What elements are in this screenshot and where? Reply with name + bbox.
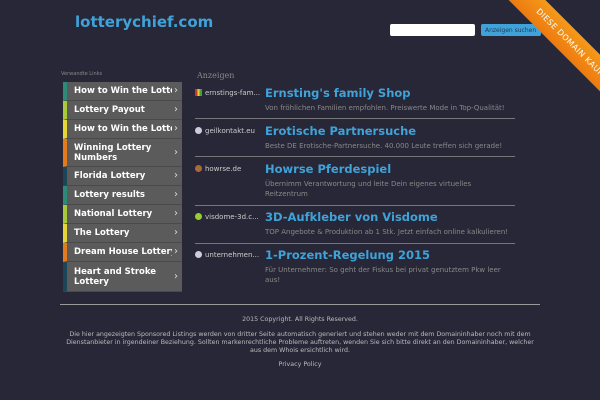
related-links-label: Verwandte Links [61, 71, 103, 77]
chevron-right-icon: › [174, 208, 178, 219]
sidebar-link-label: Lottery Payout [74, 105, 145, 115]
ad-listing[interactable]: unternehmen... 1-Prozent-Regelung 2015 F… [195, 248, 515, 296]
sidebar-link-label: How to Win the Lottery [74, 86, 172, 96]
globe-icon [195, 127, 202, 134]
ad-domain-text: unternehmen... [205, 251, 260, 259]
ad-description: Übernimm Verantwortung und leite Dein ei… [265, 180, 472, 198]
ad-domain-text: howrse.de [205, 165, 242, 173]
ad-domain[interactable]: ernstings-fam... [195, 89, 261, 97]
sidebar-link-label: The Lottery [74, 228, 130, 238]
sidebar-link-label: National Lottery [74, 209, 153, 219]
sidebar-link[interactable]: National Lottery › [63, 205, 182, 224]
site-logo[interactable]: lotterychief.com [75, 13, 213, 31]
chevron-right-icon: › [174, 246, 178, 257]
ad-listing[interactable]: howrse.de Howrse Pferdespiel Übernimm Ve… [195, 162, 515, 206]
ad-domain[interactable]: unternehmen... [195, 251, 261, 259]
green-dot-icon [195, 213, 202, 220]
ad-title[interactable]: Ernsting's family Shop [265, 86, 411, 100]
ad-title[interactable]: Erotische Partnersuche [265, 124, 416, 138]
sidebar-link[interactable]: How to Win the Lottery› [63, 82, 182, 101]
chevron-right-icon: › [174, 85, 178, 96]
chevron-right-icon: › [174, 104, 178, 115]
copyright: 2015 Copyright. All Rights Reserved. [242, 316, 358, 323]
sidebar-link[interactable]: How to Win the Lottery› [63, 120, 182, 139]
ad-title[interactable]: 3D-Aufkleber von Visdome [265, 210, 438, 224]
ad-title[interactable]: Howrse Pferdespiel [265, 162, 391, 176]
ad-description: Beste DE Erotische-Partnersuche. 40.000 … [265, 142, 503, 150]
sidebar-link[interactable]: Lottery Payout › [63, 101, 182, 120]
ad-title[interactable]: 1-Prozent-Regelung 2015 [265, 248, 430, 262]
chevron-right-icon: › [174, 270, 178, 282]
search-input[interactable] [390, 24, 475, 36]
ad-listing[interactable]: geilkontakt.eu Erotische Partnersuche Be… [195, 124, 515, 157]
ad-domain[interactable]: geilkontakt.eu [195, 127, 261, 135]
ad-description: Für Unternehmer: So geht der Fiskus bei … [265, 266, 501, 284]
privacy-policy-link[interactable]: Privacy Policy [60, 361, 540, 369]
ad-domain[interactable]: howrse.de [195, 165, 261, 173]
sidebar-link-label: Dream House Lottery [74, 247, 172, 257]
ads-label: Anzeigen [197, 71, 235, 80]
chevron-right-icon: › [174, 189, 178, 200]
ad-description: TOP Angebote & Produktion ab 1 Stk. Jetz… [265, 228, 509, 236]
sidebar-link[interactable]: Heart and Stroke Lottery › [63, 262, 182, 292]
sidebar-link-label: Heart and Stroke Lottery [74, 266, 157, 287]
horse-icon [195, 165, 202, 172]
sidebar-link[interactable]: Lottery results › [63, 186, 182, 205]
related-links-list: How to Win the Lottery›Lottery Payout›Ho… [63, 82, 182, 292]
chevron-right-icon: › [174, 146, 178, 158]
footer-divider [60, 304, 540, 305]
sidebar-link[interactable]: The Lottery › [63, 224, 182, 243]
ad-description: Von fröhlichen Familien empfohlen. Preis… [265, 104, 505, 112]
sidebar-link-label: Winning Lottery Numbers [74, 142, 152, 163]
ad-domain-text: visdome-3d.c... [205, 213, 259, 221]
sidebar-link[interactable]: Florida Lottery › [63, 167, 182, 186]
ernstings-favicon [195, 89, 202, 96]
globe-icon [195, 251, 202, 258]
sidebar-link-label: Lottery results [74, 190, 145, 200]
chevron-right-icon: › [174, 123, 178, 134]
chevron-right-icon: › [174, 170, 178, 181]
ad-domain-text: ernstings-fam... [205, 89, 261, 97]
sidebar-link[interactable]: Dream House Lottery › [63, 243, 182, 262]
sidebar-link[interactable]: Winning Lottery Numbers › [63, 139, 182, 167]
ad-domain[interactable]: visdome-3d.c... [195, 213, 261, 221]
sidebar-link-label: Florida Lottery [74, 171, 146, 181]
chevron-right-icon: › [174, 227, 178, 238]
sidebar-link-label: How to Win the Lottery [74, 124, 172, 134]
disclaimer: Die hier angezeigten Sponsored Listings … [66, 331, 534, 354]
ad-listing[interactable]: visdome-3d.c... 3D-Aufkleber von Visdome… [195, 210, 515, 244]
ad-domain-text: geilkontakt.eu [205, 127, 255, 135]
ad-listing[interactable]: ernstings-fam... Ernsting's family Shop … [195, 86, 515, 119]
